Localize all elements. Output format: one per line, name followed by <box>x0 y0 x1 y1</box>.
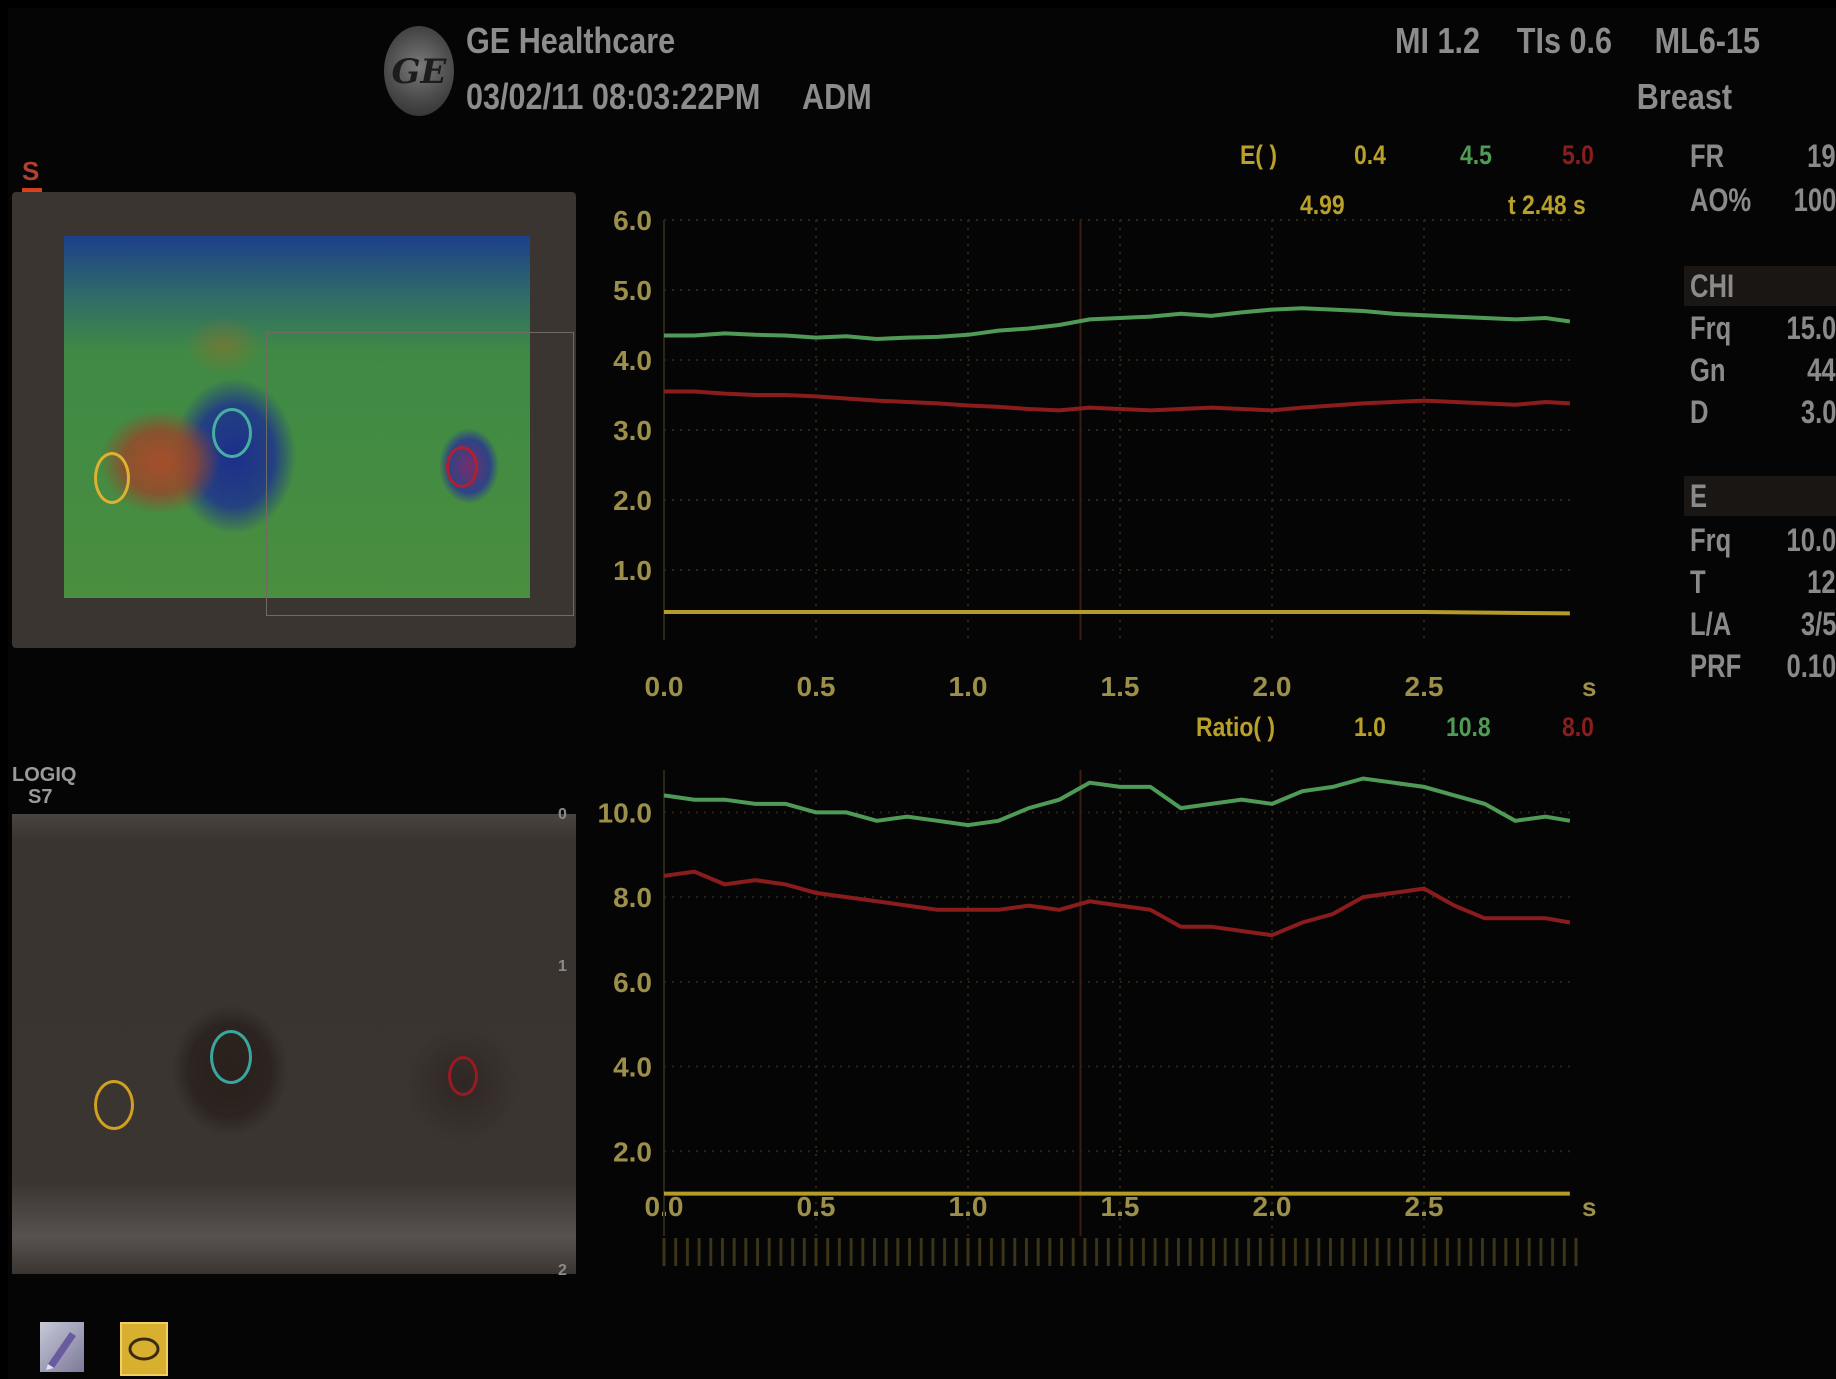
fr-label: FR <box>1690 138 1725 174</box>
roi-yellow-bmode[interactable] <box>94 1080 134 1130</box>
e-frq-value: 10.0 <box>1786 522 1836 558</box>
strain-chart-ytick-label: 5.0 <box>613 275 652 306</box>
strain-chart: 1.0 2.0 3.0 4.0 5.0 6.0 0.0 0.5 1.0 1.5 2.0 2.5 s <box>613 205 1596 702</box>
exam-preset: Breast <box>1636 76 1732 117</box>
exam-datetime: 03/02/11 08:03:22PM <box>466 76 761 117</box>
ratio-chart-ytick-label: 4.0 <box>613 1052 652 1083</box>
e-prf-value: 0.10 <box>1786 648 1836 684</box>
ratio-chart-xunit-label: s <box>1582 1192 1596 1222</box>
top-legend-red-value: 5.0 <box>1562 140 1594 170</box>
strain-chart-xtick-label: 2.0 <box>1253 671 1292 702</box>
chi-frq-label: Frq <box>1690 310 1732 346</box>
ratio-chart-xtick-label: 0.5 <box>797 1191 836 1222</box>
ao-label: AO% <box>1690 182 1752 218</box>
strain-chart-ytick-label: 2.0 <box>613 485 652 516</box>
depth-mark-0: 0 <box>558 806 567 823</box>
scale-soft-label: S <box>22 156 40 186</box>
probe-name: ML6-15 <box>1654 20 1760 61</box>
ge-logo: GE <box>384 26 454 116</box>
roi-yellow-elast[interactable] <box>94 452 130 504</box>
chi-depth-value: 3.0 <box>1800 394 1836 430</box>
strain-chart-ytick-label: 4.0 <box>613 345 652 376</box>
chi-gain-value: 44 <box>1807 352 1836 388</box>
ratio-chart-xtick-label: 1.5 <box>1101 1191 1140 1222</box>
ge-logo-monogram: GE <box>391 52 447 92</box>
trace-tool-icon[interactable] <box>40 1322 84 1372</box>
ratio-chart-ytick-label: 8.0 <box>613 882 652 913</box>
strain-chart-series-yellow <box>664 610 1570 616</box>
top-legend-label: E( ) <box>1240 140 1277 170</box>
e-la-label: L/A <box>1690 606 1732 642</box>
thermal-index: TIs 0.6 <box>1516 20 1612 61</box>
strain-chart-ytick-label: 1.0 <box>613 555 652 586</box>
ellipse-icon <box>128 1337 160 1361</box>
ratio-chart-ytick-label: 6.0 <box>613 967 652 998</box>
strain-chart-xtick-label: 0.5 <box>797 671 836 702</box>
ratio-chart-xtick-label: 2.5 <box>1405 1191 1444 1222</box>
depth-mark-1: 1 <box>558 958 567 975</box>
strain-chart-xtick-label: 1.0 <box>949 671 988 702</box>
strain-chart-xtick-label: 0.0 <box>645 671 684 702</box>
logiq-label: LOGIQ <box>12 764 77 786</box>
strain-chart-series-green <box>664 306 1571 342</box>
bmode-image[interactable] <box>12 814 576 1274</box>
elastography-roi-box[interactable] <box>266 332 574 616</box>
top-legend-green-value: 4.5 <box>1460 140 1492 170</box>
e-la-value: 3/5 <box>1800 606 1836 642</box>
strain-chart-xunit-label: s <box>1582 672 1596 702</box>
ratio-chart-xtick-label: 2.0 <box>1253 1191 1292 1222</box>
strain-chart-ytick-label: 3.0 <box>613 415 652 446</box>
e-t-value: 12 <box>1807 564 1836 600</box>
ratio-chart-ytick-label: 2.0 <box>613 1136 652 1167</box>
ao-value: 100 <box>1793 182 1836 218</box>
e-title: E <box>1690 478 1708 514</box>
depth-mark-2: 2 <box>558 1262 567 1279</box>
chi-depth-label: D <box>1690 394 1709 430</box>
ratio-chart-series-red <box>663 869 1571 938</box>
e-prf-label: PRF <box>1690 648 1742 684</box>
chi-frq-value: 15.0 <box>1786 310 1836 346</box>
e-t-label: T <box>1690 564 1706 600</box>
strain-chart-ytick-label: 6.0 <box>613 205 652 236</box>
chi-gain-label: Gn <box>1690 352 1726 388</box>
strain-chart-xtick-label: 2.5 <box>1405 671 1444 702</box>
strain-chart-series-red <box>664 389 1571 413</box>
chi-title: CHI <box>1690 268 1735 304</box>
roi-green-elast[interactable] <box>212 408 252 458</box>
ratio-chart: 2.04.06.08.010.00.0 0.5 1.0 1.5 2.0 2.5 s <box>598 770 1596 1266</box>
roi-green-bmode[interactable] <box>210 1030 252 1084</box>
roi-red-elast[interactable] <box>446 446 478 488</box>
logiq-model: S7 <box>28 786 53 808</box>
roi-red-bmode[interactable] <box>448 1056 478 1096</box>
ratio-chart-series-green <box>663 776 1571 828</box>
ratio-chart-ytick-label: 10.0 <box>598 797 653 828</box>
brand-name: GE Healthcare <box>466 20 676 61</box>
strain-chart-xtick-label: 1.5 <box>1101 671 1140 702</box>
operator-id: ADM <box>802 76 872 117</box>
ellipse-roi-tool-icon[interactable] <box>120 1322 168 1376</box>
top-legend-yellow-value: 0.4 <box>1354 140 1386 170</box>
ratio-chart-xtick-label: 1.0 <box>949 1191 988 1222</box>
pencil-icon <box>46 1332 76 1370</box>
mechanical-index: MI 1.2 <box>1394 20 1480 61</box>
e-frq-label: Frq <box>1690 522 1732 558</box>
fr-value: 19 <box>1807 138 1836 174</box>
